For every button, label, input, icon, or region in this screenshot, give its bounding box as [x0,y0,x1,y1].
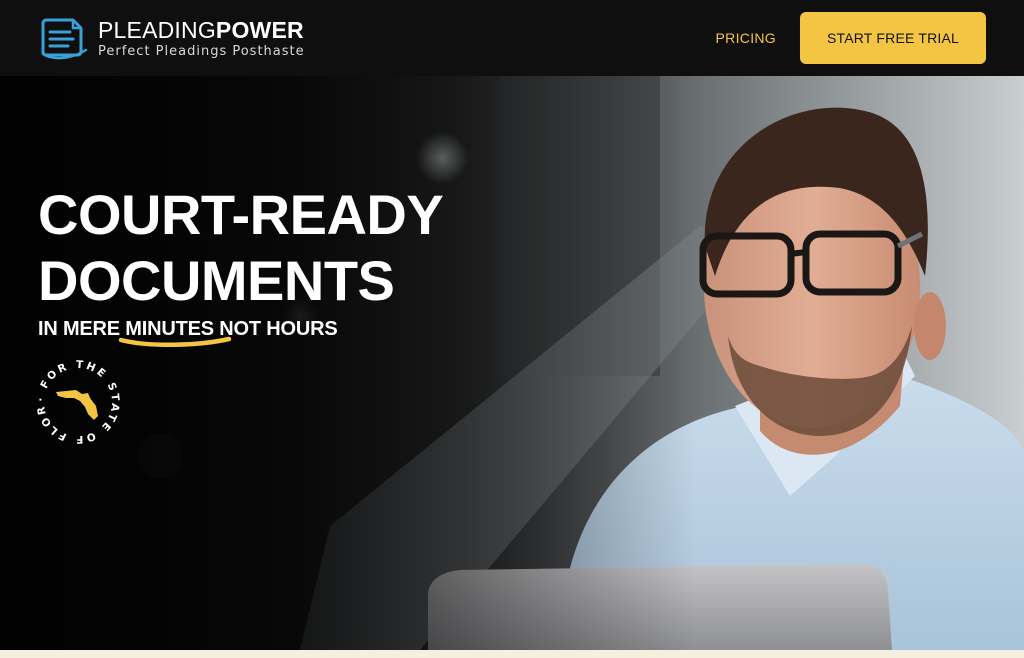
brand-name-bold: POWER [215,16,304,43]
brand-name-light: PLEADING [98,16,216,43]
badge-text: · FOR THE STATE OF FLORIDA [30,354,119,445]
start-free-trial-button[interactable]: START FREE TRIAL [800,12,986,64]
hero-section [0,76,1024,650]
hero-headline: COURT-READY DOCUMENTS [38,182,458,314]
brand-name: PLEADINGPOWER [98,16,305,43]
headline-line-1: COURT-READY [38,183,444,246]
svg-text:· FOR THE STATE OF FLORIDA: · FOR THE STATE OF FLORIDA [30,354,121,445]
florida-badge: · FOR THE STATE OF FLORIDA [30,354,121,445]
site-header: PLEADINGPOWER Perfect Pleadings Posthast… [0,0,1024,76]
subhead-post: HOURS [260,318,338,340]
hero-overlay [0,76,1024,650]
nav-link-pricing[interactable]: PRICING [716,30,776,46]
brand-text: PLEADINGPOWER Perfect Pleadings Posthast… [98,16,305,59]
brand-logo-link[interactable]: PLEADINGPOWER Perfect Pleadings Posthast… [40,16,305,60]
florida-map-icon [56,390,98,420]
headline-line-2: DOCUMENTS [38,249,395,312]
highlight-underline [118,336,232,348]
page-bottom-strip [0,650,1024,658]
document-icon [41,18,88,60]
brand-tagline: Perfect Pleadings Posthaste [98,43,305,59]
subhead-pre: IN MERE [38,318,126,340]
